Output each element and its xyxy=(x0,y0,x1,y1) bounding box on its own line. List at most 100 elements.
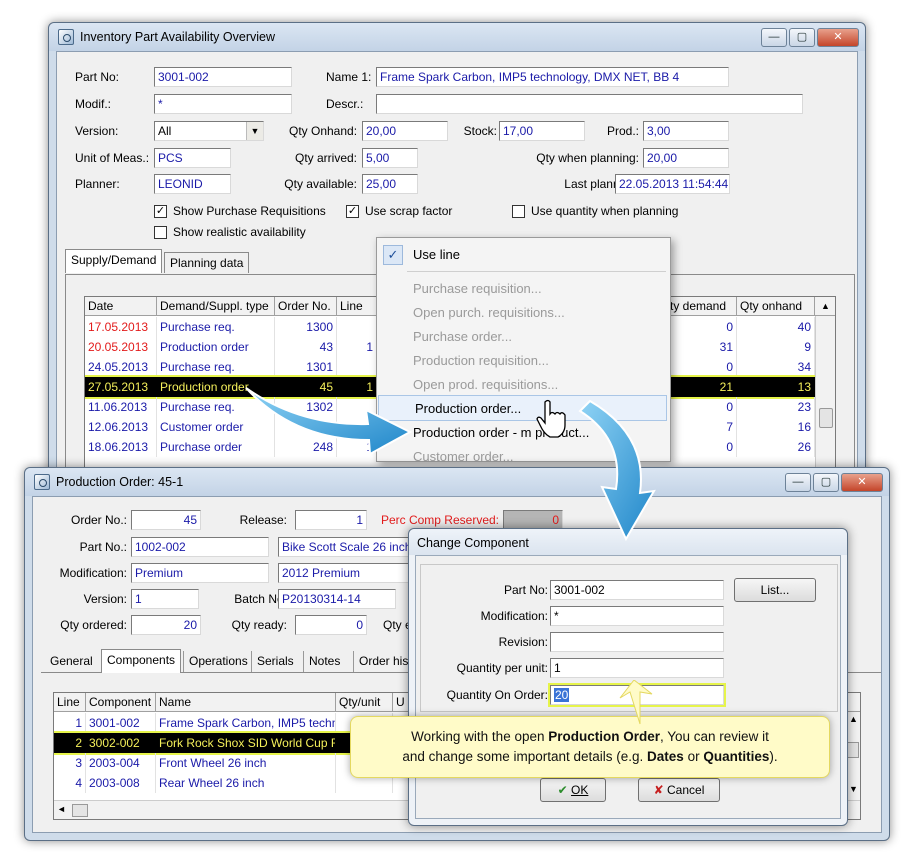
type-cell[interactable]: Production order xyxy=(157,377,275,397)
qty-demand-cell[interactable]: 0 xyxy=(667,397,737,417)
line-cell[interactable]: 1 xyxy=(337,337,377,357)
qty-onhand-cell[interactable]: 23 xyxy=(737,397,815,417)
order-no-cell[interactable]: 1300 xyxy=(275,317,337,337)
line-cell[interactable]: 3 xyxy=(54,753,86,773)
part-no-field[interactable]: 1002-002 xyxy=(131,537,269,557)
show-realistic-checkbox[interactable] xyxy=(154,226,167,239)
type-cell[interactable]: Customer order xyxy=(157,417,275,437)
close-icon[interactable]: ✕ xyxy=(817,28,859,47)
component-cell[interactable]: 2003-008 xyxy=(86,773,156,793)
order-no-cell[interactable]: 1301 xyxy=(275,357,337,377)
modif-field[interactable]: * xyxy=(154,94,292,114)
tab-serials[interactable]: Serials xyxy=(251,651,299,672)
cancel-button[interactable]: ✘ Cancel xyxy=(638,778,720,802)
name1-field[interactable]: Frame Spark Carbon, IMP5 technology, DMX… xyxy=(376,67,729,87)
col-qty-demand[interactable]: ty demand xyxy=(667,297,737,316)
line-cell[interactable]: 2 xyxy=(54,733,86,753)
col-date[interactable]: Date xyxy=(85,297,157,316)
part-no-field[interactable]: 3001-002 xyxy=(154,67,292,87)
tab-notes[interactable]: Notes xyxy=(303,651,346,672)
version-select[interactable]: All ▼ xyxy=(154,121,264,141)
qty-demand-cell[interactable]: 7 xyxy=(667,417,737,437)
stock-field[interactable]: 17,00 xyxy=(499,121,585,141)
qty-onhand-cell[interactable]: 16 xyxy=(737,417,815,437)
batch-no-field[interactable]: P20130314-14 xyxy=(278,589,396,609)
component-cell[interactable]: 2003-004 xyxy=(86,753,156,773)
descr-field[interactable] xyxy=(376,94,803,114)
use-scrap-factor-checkbox[interactable]: ✓ xyxy=(346,205,359,218)
order-no-field[interactable]: 45 xyxy=(131,510,201,530)
date-cell[interactable]: 11.06.2013 xyxy=(85,397,157,417)
line-cell[interactable]: 1 xyxy=(337,437,377,457)
qty-ordered-field[interactable]: 20 xyxy=(131,615,201,635)
scroll-up-icon[interactable]: ▲ xyxy=(815,297,835,316)
prod-field[interactable]: 3,00 xyxy=(643,121,729,141)
last-planning-field[interactable]: 22.05.2013 11:54:44 xyxy=(615,174,730,194)
col-component[interactable]: Component xyxy=(86,693,156,712)
scrollbar-thumb[interactable] xyxy=(819,408,833,428)
type-cell[interactable]: Purchase req. xyxy=(157,397,275,417)
line-cell[interactable]: 1 xyxy=(54,713,86,733)
col-line[interactable]: Line xyxy=(54,693,86,712)
qty-arrived-field[interactable]: 5,00 xyxy=(362,148,418,168)
tab-supply-demand[interactable]: Supply/Demand xyxy=(65,249,163,273)
type-cell[interactable]: Purchase req. xyxy=(157,357,275,377)
col-line[interactable]: Line xyxy=(337,297,377,316)
date-cell[interactable]: 12.06.2013 xyxy=(85,417,157,437)
menu-item-production-order-product[interactable]: Production order - m product... xyxy=(377,420,670,444)
menu-item-open-prod-requisitions[interactable]: Open prod. requisitions... xyxy=(377,372,670,396)
uom-field[interactable]: PCS xyxy=(154,148,231,168)
qty-per-unit-field[interactable]: 1 xyxy=(550,658,724,678)
component-cell[interactable]: 3001-002 xyxy=(86,713,156,733)
qty-demand-cell[interactable]: 0 xyxy=(667,317,737,337)
order-no-cell[interactable]: 1302 xyxy=(275,397,337,417)
name-cell[interactable]: Front Wheel 26 inch xyxy=(156,753,336,773)
date-cell[interactable]: 17.05.2013 xyxy=(85,317,157,337)
qty-onhand-cell[interactable]: 26 xyxy=(737,437,815,457)
line-cell[interactable] xyxy=(337,357,377,377)
col-name[interactable]: Name xyxy=(156,693,336,712)
qty-demand-cell[interactable]: 0 xyxy=(667,437,737,457)
tab-components[interactable]: Components xyxy=(101,649,182,673)
qty-onhand-cell[interactable]: 34 xyxy=(737,357,815,377)
production-order-titlebar[interactable]: Production Order: 45-1 — ▢ ✕ xyxy=(25,468,889,496)
scroll-left-icon[interactable]: ◄ xyxy=(57,804,66,814)
order-no-cell[interactable]: 248 xyxy=(275,437,337,457)
modification-field[interactable]: * xyxy=(550,606,724,626)
qty-demand-cell[interactable]: 31 xyxy=(667,337,737,357)
ok-button[interactable]: ✔ OK xyxy=(540,778,606,802)
qty-onhand-field[interactable]: 20,00 xyxy=(362,121,448,141)
name-cell[interactable]: Fork Rock Shox SID World Cup R xyxy=(156,733,336,753)
order-no-cell[interactable]: 43 xyxy=(275,337,337,357)
maximize-icon[interactable]: ▢ xyxy=(813,473,839,492)
line-cell[interactable]: 1 xyxy=(337,377,377,397)
line-cell[interactable] xyxy=(337,417,377,437)
qty-demand-cell[interactable]: 21 xyxy=(667,377,737,397)
component-cell[interactable]: 3002-002 xyxy=(86,733,156,753)
tab-operations[interactable]: Operations xyxy=(183,651,253,672)
scrollbar-thumb[interactable] xyxy=(72,804,88,817)
version-field[interactable]: 1 xyxy=(131,589,199,609)
qty-on-order-field[interactable]: 20 xyxy=(548,683,726,707)
scroll-down-icon[interactable]: ▼ xyxy=(849,784,858,794)
menu-item-production-order[interactable]: Production order... xyxy=(378,395,667,421)
inventory-titlebar[interactable]: Inventory Part Availability Overview — ▢… xyxy=(49,23,865,51)
change-component-titlebar[interactable]: Change Component xyxy=(409,529,847,555)
list-button[interactable]: List... xyxy=(734,578,816,602)
menu-item-use-line[interactable]: ✓ Use line xyxy=(377,242,670,266)
date-cell[interactable]: 18.06.2013 xyxy=(85,437,157,457)
qty-when-planning-field[interactable]: 20,00 xyxy=(643,148,729,168)
order-no-cell[interactable]: 45 xyxy=(275,377,337,397)
close-icon[interactable]: ✕ xyxy=(841,473,883,492)
qty-available-field[interactable]: 25,00 xyxy=(362,174,418,194)
modification-field[interactable]: Premium xyxy=(131,563,269,583)
line-cell[interactable] xyxy=(337,317,377,337)
type-cell[interactable]: Purchase order xyxy=(157,437,275,457)
maximize-icon[interactable]: ▢ xyxy=(789,28,815,47)
name-cell[interactable]: Rear Wheel 26 inch xyxy=(156,773,336,793)
col-type[interactable]: Demand/Suppl. type xyxy=(157,297,275,316)
qty-onhand-cell[interactable]: 40 xyxy=(737,317,815,337)
date-cell[interactable]: 24.05.2013 xyxy=(85,357,157,377)
menu-item-purchase-order[interactable]: Purchase order... xyxy=(377,324,670,348)
qty-demand-cell[interactable]: 0 xyxy=(667,357,737,377)
